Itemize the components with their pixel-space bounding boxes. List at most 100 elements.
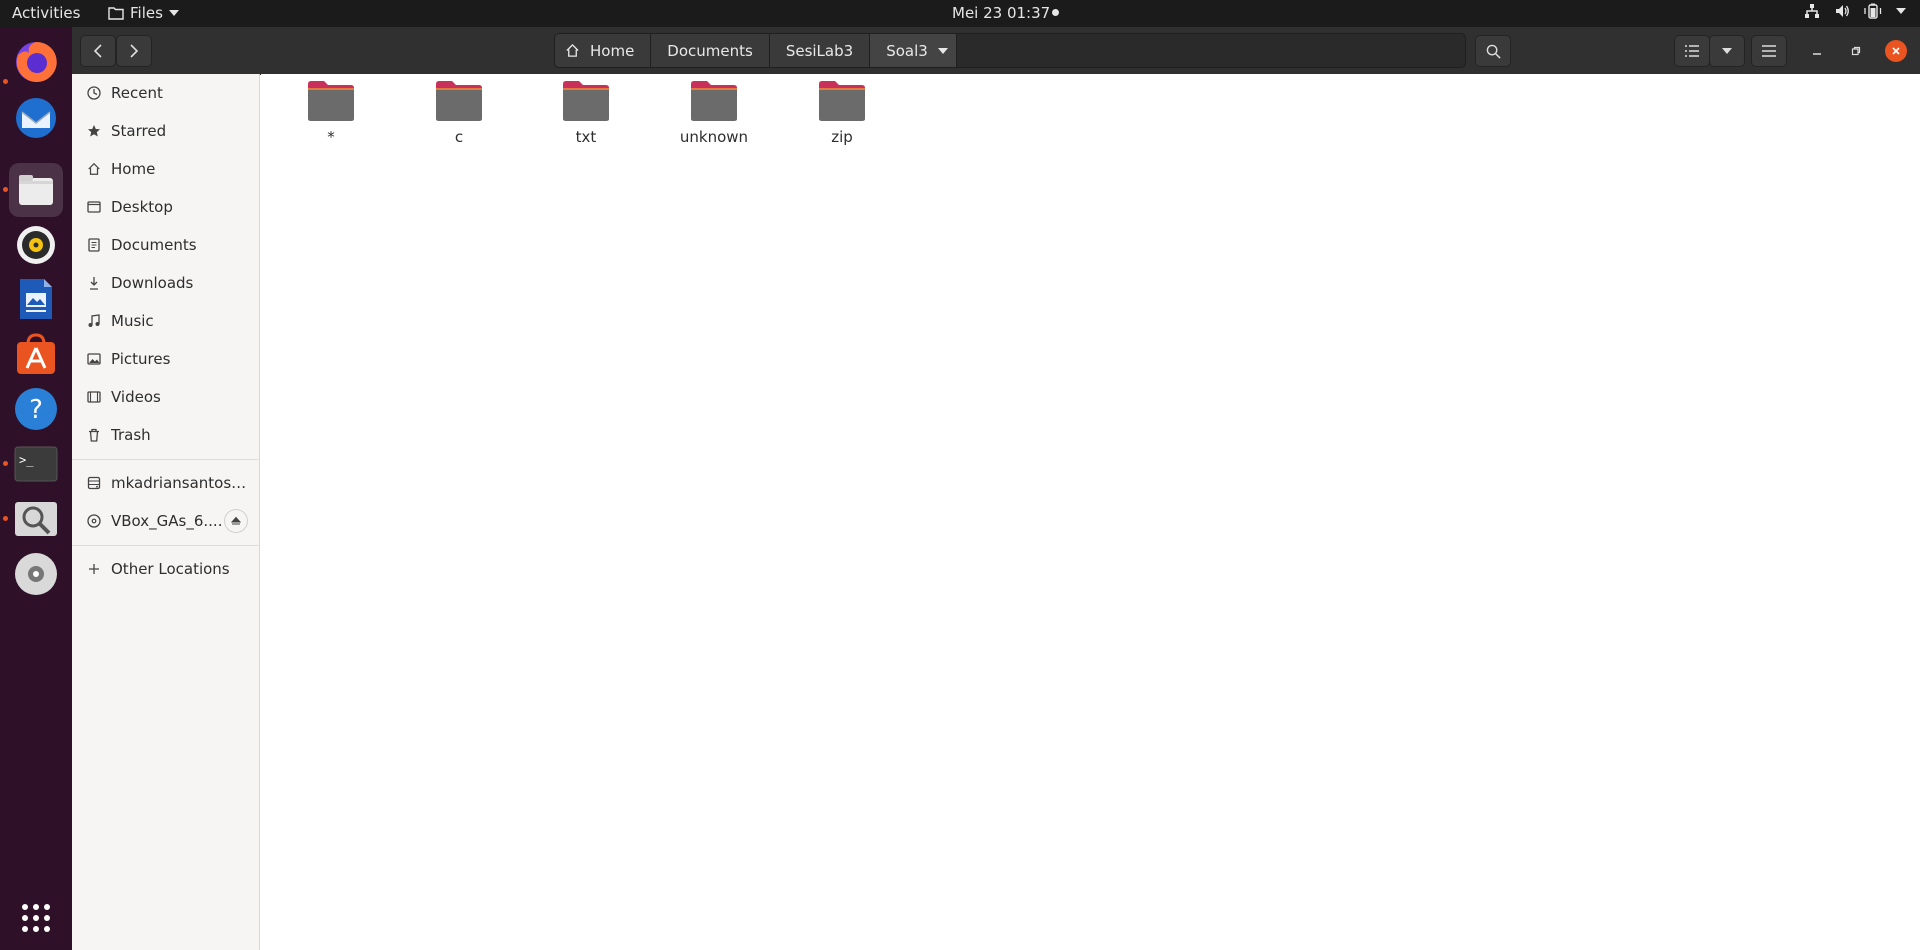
dock-dvd[interactable] bbox=[9, 547, 63, 601]
libreoffice-writer-icon bbox=[20, 279, 52, 319]
home-icon bbox=[86, 161, 102, 177]
dock-help[interactable]: ? bbox=[9, 382, 63, 436]
system-tray[interactable] bbox=[1804, 3, 1906, 19]
search-button[interactable] bbox=[1475, 35, 1511, 67]
music-icon bbox=[86, 313, 102, 329]
running-indicator bbox=[3, 461, 8, 466]
volume-icon bbox=[1836, 5, 1849, 17]
dock-terminal[interactable]: >_ bbox=[9, 437, 63, 491]
file-view[interactable]: * c txt unknown zip bbox=[261, 74, 1920, 950]
clock[interactable]: Mei 23 01:37 bbox=[952, 4, 1050, 22]
header-bar: Home Documents SesiLab3 Soal3 bbox=[72, 27, 1920, 75]
maximize-button[interactable] bbox=[1845, 40, 1867, 62]
sidebar-item-drive[interactable]: mkadriansantoso... bbox=[72, 464, 260, 502]
dock-files[interactable] bbox=[9, 163, 63, 217]
file-name: unknown bbox=[679, 128, 749, 146]
sidebar-item-label: Recent bbox=[111, 84, 163, 102]
breadcrumb-label: Soal3 bbox=[886, 41, 928, 60]
svg-text:>_: >_ bbox=[19, 453, 34, 467]
svg-text:?: ? bbox=[29, 395, 43, 425]
video-icon bbox=[86, 389, 102, 405]
file-name: zip bbox=[831, 128, 853, 146]
file-name: c bbox=[454, 128, 464, 146]
files-window: Home Documents SesiLab3 Soal3 Recent Sta… bbox=[72, 27, 1920, 950]
sidebar-item-trash[interactable]: Trash bbox=[72, 416, 260, 454]
sidebar-item-label: Trash bbox=[111, 426, 151, 444]
activities-button[interactable]: Activities bbox=[12, 4, 80, 22]
close-icon bbox=[1892, 47, 1900, 55]
folder-item-unknown[interactable]: unknown bbox=[659, 80, 769, 160]
dock-screenshot[interactable] bbox=[9, 492, 63, 546]
back-button[interactable] bbox=[80, 35, 116, 67]
file-name: txt bbox=[575, 128, 597, 146]
minimize-button[interactable] bbox=[1806, 40, 1828, 62]
chevron-down-icon bbox=[1722, 48, 1732, 54]
breadcrumb-label: Home bbox=[590, 41, 635, 60]
breadcrumb-documents[interactable]: Documents bbox=[651, 34, 770, 67]
breadcrumb-home[interactable]: Home bbox=[555, 34, 652, 67]
battery-icon bbox=[1864, 3, 1882, 19]
sidebar-item-videos[interactable]: Videos bbox=[72, 378, 260, 416]
sidebar-item-label: Pictures bbox=[111, 350, 171, 368]
sidebar-item-vbox-disc[interactable]: VBox_GAs_6.... bbox=[72, 502, 260, 540]
notification-dot bbox=[1052, 9, 1059, 16]
folder-icon bbox=[436, 81, 482, 121]
sidebar-item-documents[interactable]: Documents bbox=[72, 226, 260, 264]
folder-icon bbox=[563, 81, 609, 121]
app-menu[interactable]: Files bbox=[108, 4, 179, 22]
running-indicator bbox=[3, 516, 8, 521]
sidebar-separator bbox=[72, 459, 260, 460]
file-name: * bbox=[327, 128, 335, 146]
chevron-down-icon bbox=[937, 47, 948, 54]
help-icon: ? bbox=[15, 388, 57, 430]
close-button[interactable] bbox=[1885, 40, 1907, 62]
path-bar[interactable]: Home Documents SesiLab3 Soal3 bbox=[554, 33, 1466, 68]
sidebar-item-music[interactable]: Music bbox=[72, 302, 260, 340]
breadcrumb-soal3[interactable]: Soal3 bbox=[870, 34, 957, 67]
dock-rhythmbox[interactable] bbox=[9, 218, 63, 272]
clock-icon bbox=[86, 85, 102, 101]
dock-show-apps[interactable] bbox=[9, 891, 63, 945]
screenshot-icon bbox=[15, 502, 57, 536]
network-icon bbox=[1805, 4, 1819, 18]
sidebar-item-recent[interactable]: Recent bbox=[72, 74, 260, 112]
sidebar-item-home[interactable]: Home bbox=[72, 150, 260, 188]
trash-icon bbox=[86, 427, 102, 443]
running-indicator bbox=[3, 187, 8, 192]
sidebar-item-downloads[interactable]: Downloads bbox=[72, 264, 260, 302]
restore-icon bbox=[1851, 46, 1861, 56]
sidebar-item-label: Desktop bbox=[111, 198, 173, 216]
forward-button[interactable] bbox=[116, 35, 152, 67]
terminal-icon: >_ bbox=[14, 446, 58, 482]
dock-software[interactable] bbox=[9, 327, 63, 381]
folder-item-star[interactable]: * bbox=[276, 80, 386, 160]
star-icon bbox=[86, 123, 102, 139]
sidebar-item-pictures[interactable]: Pictures bbox=[72, 340, 260, 378]
sidebar-item-other-locations[interactable]: Other Locations bbox=[72, 550, 260, 588]
breadcrumb-label: Documents bbox=[667, 41, 753, 60]
sidebar-item-label: mkadriansantoso... bbox=[111, 474, 247, 492]
breadcrumb-sesilab3[interactable]: SesiLab3 bbox=[769, 34, 871, 67]
view-list-button[interactable] bbox=[1674, 35, 1710, 67]
sidebar-item-desktop[interactable]: Desktop bbox=[72, 188, 260, 226]
sidebar-item-starred[interactable]: Starred bbox=[72, 112, 260, 150]
list-view-icon bbox=[1685, 45, 1699, 57]
dock-libreoffice-writer[interactable] bbox=[9, 272, 63, 326]
path-bar-empty bbox=[957, 34, 1465, 67]
sidebar-item-label: Documents bbox=[111, 236, 197, 254]
view-options-button[interactable] bbox=[1709, 35, 1745, 67]
dock-firefox[interactable] bbox=[9, 35, 63, 89]
sidebar-item-label: Other Locations bbox=[111, 560, 230, 578]
folder-item-zip[interactable]: zip bbox=[787, 80, 897, 160]
chevron-right-icon bbox=[130, 44, 139, 58]
dock-thunderbird[interactable] bbox=[9, 91, 63, 145]
folder-item-c[interactable]: c bbox=[404, 80, 514, 160]
eject-button[interactable] bbox=[224, 509, 248, 533]
top-bar: Activities Files Mei 23 01:37 bbox=[0, 0, 1920, 27]
folder-icon bbox=[691, 81, 737, 121]
dvd-icon bbox=[15, 553, 57, 595]
folder-item-txt[interactable]: txt bbox=[531, 80, 641, 160]
sidebar-separator bbox=[72, 545, 260, 546]
main-menu-button[interactable] bbox=[1751, 35, 1787, 67]
download-icon bbox=[86, 275, 102, 291]
